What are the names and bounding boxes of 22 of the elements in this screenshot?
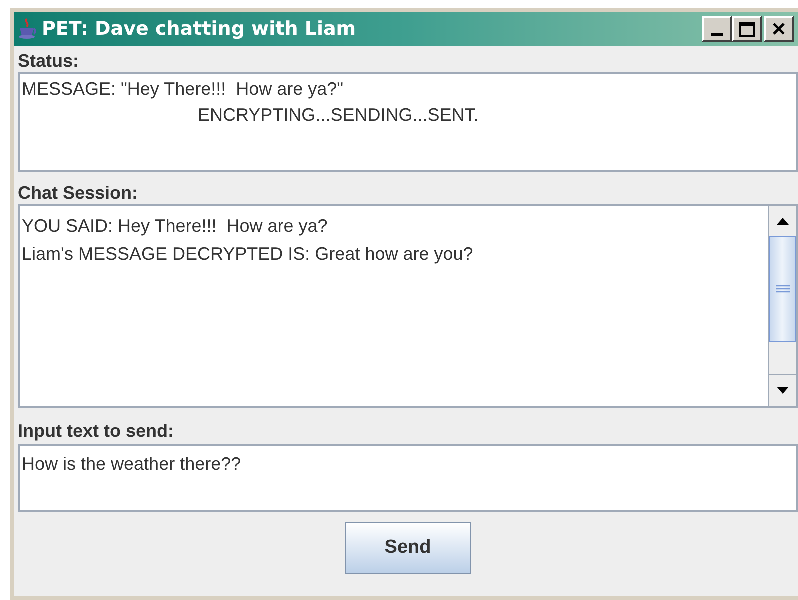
status-label: Status: bbox=[18, 50, 80, 72]
minimize-button[interactable] bbox=[702, 16, 732, 42]
window-title: PET: Dave chatting with Liam bbox=[42, 16, 356, 42]
scrollbar[interactable] bbox=[768, 206, 796, 406]
maximize-icon bbox=[739, 22, 755, 36]
coffee-cup-icon bbox=[18, 18, 38, 40]
minimize-icon bbox=[711, 33, 723, 36]
scroll-thumb[interactable] bbox=[769, 236, 796, 342]
maximize-button[interactable] bbox=[732, 16, 762, 42]
close-icon bbox=[772, 22, 786, 36]
input-field[interactable]: How is the weather there?? bbox=[18, 444, 798, 512]
chat-message: Liam's MESSAGE DECRYPTED IS: Great how are you? bbox=[22, 243, 474, 266]
up-arrow-icon bbox=[776, 218, 788, 224]
input-label: Input text to send: bbox=[18, 420, 175, 442]
chat-session-label: Chat Session: bbox=[18, 182, 140, 204]
close-button[interactable] bbox=[764, 16, 794, 42]
status-line: ENCRYPTING...SENDING...SENT. bbox=[198, 104, 479, 127]
down-arrow-icon bbox=[776, 387, 788, 394]
grip-icon bbox=[776, 285, 790, 293]
status-line: MESSAGE: "Hey There!!! How are ya?" bbox=[22, 78, 344, 101]
chat-message: YOU SAID: Hey There!!! How are ya? bbox=[22, 215, 328, 238]
send-button[interactable]: Send bbox=[345, 522, 471, 574]
